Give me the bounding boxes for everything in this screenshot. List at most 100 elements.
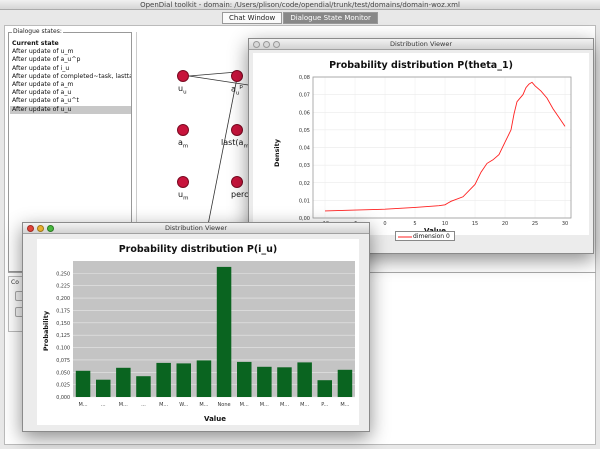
node-perceive[interactable] <box>231 176 243 188</box>
state-item[interactable]: After update of a_u <box>10 89 131 97</box>
tab-dialogue-state-monitor[interactable]: Dialogue State Monitor <box>283 12 378 24</box>
node-u-u[interactable] <box>177 70 189 82</box>
y-tick-label: 0,100 <box>56 346 70 352</box>
node-label: aup <box>231 84 243 97</box>
viewer-titlebar[interactable]: Distribution Viewer <box>23 223 369 234</box>
chart-panel: Probability distribution P(theta_1) 0,00… <box>253 53 589 235</box>
x-tick-label: P... <box>321 402 328 408</box>
bar-chart: Probability distribution P(i_u) 0,000 0,0… <box>42 244 355 423</box>
node-label: uu <box>178 84 187 96</box>
chart-title: Probability distribution P(theta_1) <box>329 60 513 71</box>
bar <box>237 361 252 397</box>
viewer-title: Distribution Viewer <box>164 224 228 232</box>
x-tick-label: 0 <box>383 221 386 227</box>
state-item[interactable]: After update of a_m <box>10 81 131 89</box>
viewer-titlebar[interactable]: Distribution Viewer <box>249 39 593 50</box>
x-tick-label: None <box>218 402 231 408</box>
x-tick-label: M... <box>260 402 269 408</box>
legend-label: dimension 0 <box>413 233 450 240</box>
bar <box>156 362 171 397</box>
bar <box>216 266 232 397</box>
x-tick-label: 20 <box>502 221 508 227</box>
node-a-u-p[interactable] <box>231 70 243 82</box>
state-item[interactable]: After update of a_u^t <box>10 97 131 105</box>
chart-grid <box>313 76 571 219</box>
x-tick-label: M... <box>119 402 128 408</box>
x-tick-label: M... <box>79 402 88 408</box>
x-tick-label: 5 <box>413 221 416 227</box>
node-u-m[interactable] <box>177 176 189 188</box>
x-tick-label: 15 <box>472 221 478 227</box>
state-item-selected[interactable]: After update of u_u <box>10 105 131 114</box>
graph-edge <box>206 77 238 230</box>
state-item[interactable]: After update of a_u^p <box>10 56 131 64</box>
control-panel-label: Co <box>11 279 19 286</box>
state-item[interactable]: After update of i_u <box>10 65 131 73</box>
x-tick-label: 30 <box>562 221 568 227</box>
node-label: am <box>178 138 189 150</box>
bar <box>96 379 111 397</box>
y-tick-label: 0,06 <box>299 110 310 116</box>
bar <box>277 367 292 397</box>
chart-panel: Probability distribution P(i_u) 0,000 0,0… <box>37 239 359 425</box>
x-tick-label: M... <box>340 402 349 408</box>
bar <box>337 369 353 397</box>
y-tick-label: 0,07 <box>299 93 310 99</box>
y-tick-label: 0,250 <box>56 271 70 277</box>
y-axis-label: Density <box>273 138 281 167</box>
y-axis-ticks: 0,000,010,020,030,040,050,060,070,08 <box>299 75 310 222</box>
tab-chat-window[interactable]: Chat Window <box>222 12 283 24</box>
distribution-viewer-i-u: Distribution Viewer Probability distribu… <box>22 222 370 432</box>
bar <box>176 363 191 397</box>
x-tick-label: M... <box>280 402 289 408</box>
y-tick-label: 0,200 <box>56 296 70 302</box>
node-a-m[interactable] <box>177 124 189 136</box>
y-axis-label: Probability <box>42 310 50 351</box>
dialogue-states-legend: Dialogue states: <box>12 28 63 35</box>
y-tick-label: 0,125 <box>56 333 70 339</box>
app-titlebar: OpenDial toolkit - domain: /Users/plison… <box>0 0 600 10</box>
y-tick-label: 0,08 <box>299 75 310 81</box>
node-label: last(am <box>221 138 249 150</box>
y-tick-label: 0,150 <box>56 321 70 327</box>
bar <box>257 366 272 397</box>
graph-edge <box>188 75 256 87</box>
x-tick-label: M... <box>240 402 249 408</box>
chart-title: Probability distribution P(i_u) <box>119 244 278 255</box>
tab-bar: Chat Window Dialogue State Monitor <box>0 12 600 24</box>
y-tick-label: 0,075 <box>56 358 70 364</box>
state-item[interactable]: After update of u_m <box>10 48 131 56</box>
y-tick-label: 0,050 <box>56 370 70 376</box>
y-tick-label: 0,01 <box>299 198 310 204</box>
bar <box>317 380 332 397</box>
legend-swatch <box>398 236 412 238</box>
state-item[interactable]: After update of completed~task, lastta_m <box>10 73 131 81</box>
node-last-a-m[interactable] <box>231 124 243 136</box>
x-tick-label: ... <box>101 402 106 408</box>
y-tick-label: 0,03 <box>299 163 310 169</box>
y-tick-label: 0,225 <box>56 284 70 290</box>
state-item-current[interactable]: Current state <box>10 40 131 48</box>
node-label: um <box>178 190 189 202</box>
y-tick-label: 0,000 <box>56 395 70 401</box>
bar <box>75 370 91 397</box>
y-tick-label: 0,04 <box>299 146 310 152</box>
bar <box>196 360 212 397</box>
y-tick-label: 0,175 <box>56 308 70 314</box>
plot-background <box>73 261 355 397</box>
line-chart: Probability distribution P(theta_1) 0,00… <box>273 60 572 235</box>
dialogue-states-list: Current state After update of u_m After … <box>10 40 131 114</box>
x-tick-label: M... <box>199 402 208 408</box>
x-tick-label: W... <box>179 402 189 408</box>
x-tick-label: M... <box>300 402 309 408</box>
app-title: OpenDial toolkit - domain: /Users/plison… <box>140 1 460 9</box>
bar <box>297 362 312 397</box>
viewer-title: Distribution Viewer <box>389 40 453 48</box>
x-tick-label: ... <box>141 402 146 408</box>
y-axis-ticks: 0,000 0,025 0,050 0,075 0,100 0,125 0,150 0,175… <box>56 271 70 401</box>
x-axis-label: Value <box>204 415 226 423</box>
chart-legend: dimension 0 <box>395 231 455 241</box>
x-axis-ticks: M...... M...... M... W... M... None M... M... M.… <box>79 402 350 408</box>
x-tick-label: M... <box>159 402 168 408</box>
bar <box>116 367 131 397</box>
